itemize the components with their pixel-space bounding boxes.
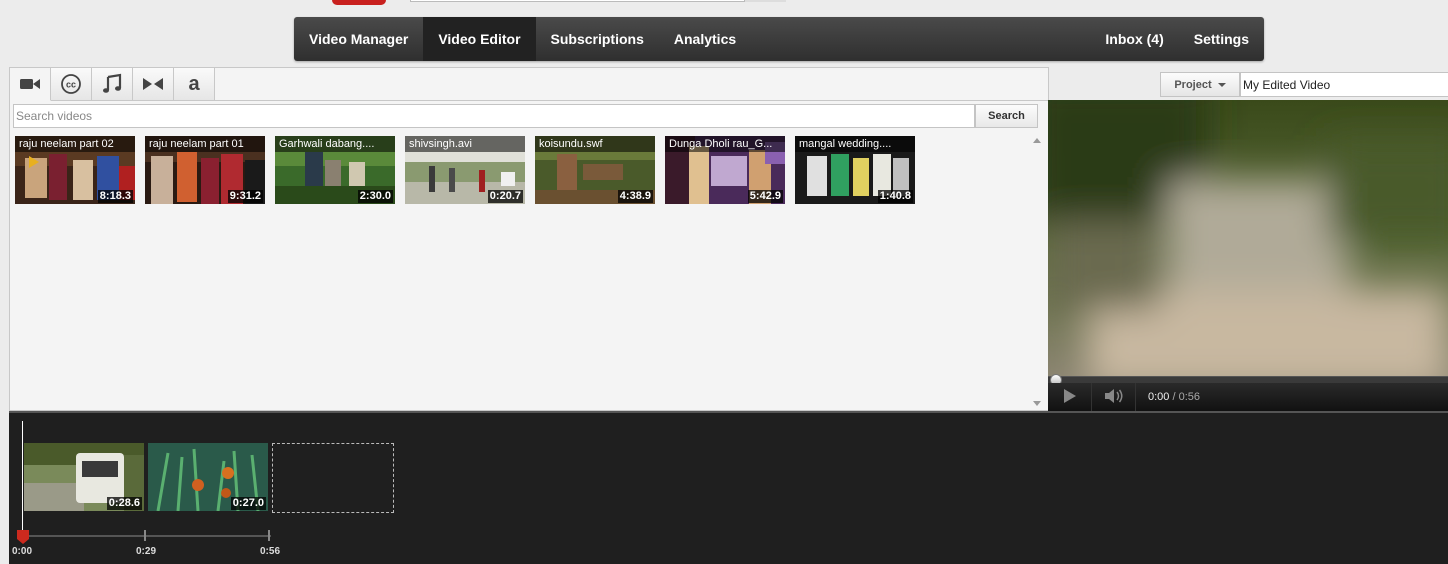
editing-timeline: 0:28.6 0:27.0 0:00 0:29 0:56 xyxy=(9,411,1448,564)
ruler-label: 0:29 xyxy=(136,546,157,557)
search-button[interactable]: Search xyxy=(975,104,1038,128)
playhead-line xyxy=(22,421,23,539)
video-camera-icon xyxy=(19,76,41,92)
video-title: koisundu.swf xyxy=(535,136,655,152)
video-preview-player: 0:00 / 0:56 xyxy=(1048,100,1448,411)
video-search-row: Search xyxy=(13,104,1038,128)
time-separator: / xyxy=(1169,391,1179,403)
music-note-icon xyxy=(101,73,123,95)
video-title: mangal wedding.... xyxy=(795,136,915,152)
video-title: Dunga Dholi rau_G... xyxy=(665,136,785,152)
play-icon xyxy=(1063,388,1077,407)
tab-captions[interactable]: cc xyxy=(51,68,92,101)
scroll-up-arrow-icon[interactable] xyxy=(1033,138,1041,143)
speaker-icon xyxy=(1104,388,1124,407)
video-thumbnail[interactable]: mangal wedding.... 1:40.8 xyxy=(795,136,915,204)
media-tabs: cc a xyxy=(10,68,215,101)
video-thumbnail-grid: raju neelam part 02 8:18.3 raju neelam p… xyxy=(15,136,1025,206)
youtube-logo[interactable] xyxy=(332,0,386,5)
clip-duration: 0:27.0 xyxy=(230,497,266,510)
ruler-tick xyxy=(144,530,146,541)
playhead-marker-icon[interactable] xyxy=(17,530,29,544)
player-controls: 0:00 / 0:56 xyxy=(1048,383,1448,411)
ruler-label: 0:56 xyxy=(260,546,281,557)
video-duration: 0:20.7 xyxy=(487,190,523,203)
play-button[interactable] xyxy=(1048,383,1092,411)
timeline-clip[interactable]: 0:28.6 xyxy=(24,443,144,511)
time-readout: 0:00 / 0:56 xyxy=(1136,391,1200,403)
project-name-input[interactable] xyxy=(1240,72,1448,97)
cc-icon: cc xyxy=(60,73,82,95)
clip-duration: 0:28.6 xyxy=(106,497,142,510)
video-title: raju neelam part 02 xyxy=(15,136,135,152)
tab-videos[interactable] xyxy=(10,68,51,101)
scroll-down-arrow-icon[interactable] xyxy=(1033,401,1041,406)
nav-subscriptions[interactable]: Subscriptions xyxy=(536,17,659,61)
tab-text[interactable]: a xyxy=(174,68,215,101)
project-menu-button[interactable]: Project xyxy=(1160,72,1240,97)
search-videos-input[interactable] xyxy=(13,104,975,128)
video-thumbnail[interactable]: Dunga Dholi rau_G... 5:42.9 xyxy=(665,136,785,204)
nav-video-manager[interactable]: Video Manager xyxy=(294,17,423,61)
top-navigation: Video Manager Video Editor Subscriptions… xyxy=(294,17,1264,61)
project-label: Project xyxy=(1174,78,1212,91)
site-search-button[interactable] xyxy=(744,0,786,2)
site-search-field[interactable] xyxy=(410,0,786,2)
text-a-icon: a xyxy=(184,74,204,94)
svg-text:a: a xyxy=(188,74,200,94)
video-title: Garhwali dabang.... xyxy=(275,136,395,152)
player-progress-bar[interactable] xyxy=(1048,374,1448,386)
video-title: shivsingh.avi xyxy=(405,136,525,152)
tab-transitions[interactable] xyxy=(133,68,174,101)
media-browser-panel: cc a Search videos Search raju neelam pa… xyxy=(9,67,1049,411)
video-duration: 2:30.0 xyxy=(357,190,393,203)
video-duration: 5:42.9 xyxy=(747,190,783,203)
ruler-label: 0:00 xyxy=(12,546,33,557)
video-duration: 9:31.2 xyxy=(227,190,263,203)
nav-settings[interactable]: Settings xyxy=(1179,17,1264,61)
nav-analytics[interactable]: Analytics xyxy=(659,17,751,61)
volume-button[interactable] xyxy=(1092,383,1136,411)
nav-inbox[interactable]: Inbox (4) xyxy=(1090,17,1178,61)
timeline-clip[interactable]: 0:27.0 xyxy=(148,443,268,511)
preview-frame[interactable] xyxy=(1048,100,1448,376)
ruler-tick xyxy=(268,530,270,541)
dropdown-caret-icon xyxy=(1217,82,1226,87)
clip-drop-placeholder[interactable] xyxy=(272,443,394,513)
tab-audio[interactable] xyxy=(92,68,133,101)
timeline-ruler xyxy=(21,530,271,541)
video-thumbnail[interactable]: Garhwali dabang.... 2:30.0 xyxy=(275,136,395,204)
video-duration: 4:38.9 xyxy=(617,190,653,203)
tab-divider xyxy=(215,100,1048,101)
svg-text:cc: cc xyxy=(66,80,76,90)
total-duration: 0:56 xyxy=(1178,391,1201,403)
video-duration: 8:18.3 xyxy=(97,190,133,203)
video-thumbnail[interactable]: shivsingh.avi 0:20.7 xyxy=(405,136,525,204)
video-duration: 1:40.8 xyxy=(877,190,913,203)
video-title: raju neelam part 01 xyxy=(145,136,265,152)
video-thumbnail[interactable]: raju neelam part 01 9:31.2 xyxy=(145,136,265,204)
video-thumbnail[interactable]: raju neelam part 02 8:18.3 xyxy=(15,136,135,204)
video-thumbnail[interactable]: koisundu.swf 4:38.9 xyxy=(535,136,655,204)
grid-scrollbar[interactable] xyxy=(1028,134,1046,410)
nav-video-editor[interactable]: Video Editor xyxy=(423,17,536,61)
transitions-icon xyxy=(142,76,164,92)
current-time: 0:00 xyxy=(1148,391,1170,403)
